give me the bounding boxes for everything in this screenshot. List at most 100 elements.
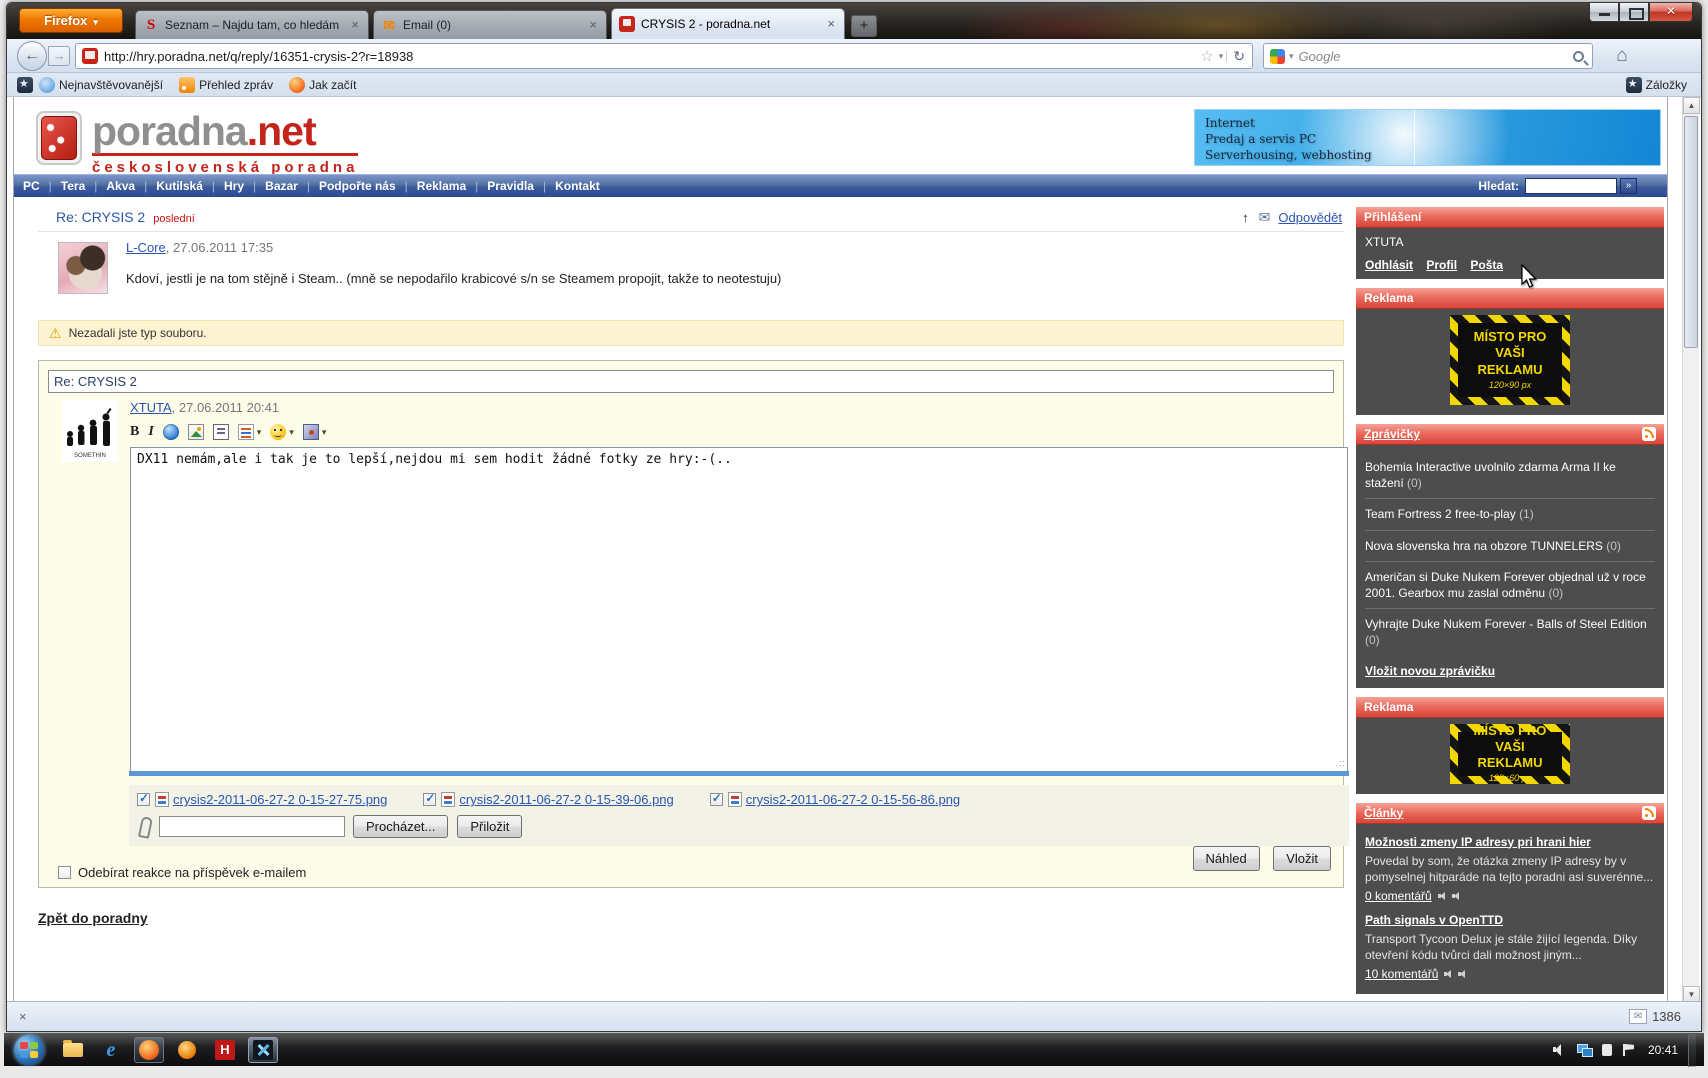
bookmarks-star-icon[interactable] — [17, 76, 33, 93]
rss-icon[interactable] — [1642, 805, 1656, 820]
nav-item-kutilska[interactable]: Kutilská — [147, 179, 212, 193]
reply-mail-icon[interactable]: ✉ — [1259, 209, 1271, 226]
close-button[interactable] — [1649, 3, 1693, 22]
form-author-link[interactable]: XTUTA — [130, 400, 172, 415]
scroll-top-icon[interactable]: ↑ — [1242, 210, 1249, 225]
bold-button[interactable]: B — [130, 424, 139, 440]
orange-app-taskbar-icon[interactable] — [172, 1037, 202, 1063]
subscribe-checkbox[interactable] — [58, 866, 71, 879]
message-textarea[interactable]: DX11 nemám,ale i tak je to lepší,nejdou … — [130, 447, 1348, 771]
image-button[interactable] — [187, 424, 204, 440]
windows-start-button[interactable] — [14, 1035, 44, 1065]
scrollbar-thumb[interactable] — [1684, 116, 1698, 348]
new-tab-button[interactable]: + — [851, 15, 877, 37]
search-icon[interactable] — [1573, 50, 1584, 62]
url-dropdown-icon[interactable]: ▾ — [1216, 50, 1228, 62]
bookmark-item-news[interactable]: Přehled zpráv — [199, 78, 273, 92]
findbar-close-button[interactable]: × — [19, 1009, 27, 1024]
news-item[interactable]: Nova slovenska hra na obzore TUNNELERS (… — [1365, 529, 1655, 561]
internet-explorer-taskbar-icon[interactable]: e — [96, 1037, 126, 1063]
forward-button[interactable]: → — [48, 46, 70, 66]
attach-button[interactable]: Přiložit — [457, 815, 523, 838]
subject-input[interactable] — [48, 370, 1334, 393]
show-desktop-button[interactable] — [1688, 1033, 1696, 1067]
nav-item-bazar[interactable]: Bazar — [256, 179, 307, 193]
action-center-flag-icon[interactable] — [1622, 1044, 1634, 1056]
quote-button[interactable] — [212, 424, 229, 440]
bookmark-item-getting-started[interactable]: Jak začít — [309, 78, 356, 92]
attachment-link[interactable]: crysis2-2011-06-27-2 0-15-27-75.png — [173, 792, 387, 807]
bookmark-star-icon[interactable]: ☆ — [1198, 47, 1215, 65]
network-icon[interactable] — [1576, 1044, 1593, 1057]
bookmark-item-most-visited[interactable]: Nejnavštěvovanější — [59, 78, 163, 92]
xtuta-avatar[interactable]: SOMETHIN — [62, 400, 118, 462]
post-author-link[interactable]: L-Core — [126, 240, 166, 255]
nav-item-kontakt[interactable]: Kontakt — [546, 179, 609, 193]
l-core-avatar[interactable] — [58, 242, 108, 294]
dice-button[interactable]: ▾ — [302, 424, 326, 440]
power-plug-icon[interactable] — [1601, 1044, 1612, 1056]
link-button[interactable] — [162, 424, 179, 440]
scroll-up-button[interactable]: ▲ — [1683, 97, 1700, 114]
tab-email[interactable]: ✉ Email (0) × — [373, 10, 607, 39]
news-header[interactable]: Zprávičky — [1356, 424, 1664, 445]
nav-item-pravidla[interactable]: Pravidla — [478, 179, 543, 193]
reload-icon[interactable]: ↻ — [1230, 48, 1248, 65]
site-logo[interactable]: poradna.net československá poradna — [36, 111, 359, 175]
site-search-input[interactable] — [1525, 178, 1617, 194]
news-item[interactable]: Team Fortress 2 free-to-play (1) — [1365, 498, 1655, 529]
browse-button[interactable]: Procházet... — [353, 815, 449, 838]
search-placeholder[interactable]: Google — [1299, 49, 1573, 64]
site-search-go-button[interactable]: » — [1620, 178, 1637, 194]
articles-header[interactable]: Články — [1356, 802, 1664, 824]
nav-item-podporte[interactable]: Podpořte nás — [310, 179, 405, 193]
article-comments-link[interactable]: 0 komentářů — [1365, 889, 1432, 903]
news-item[interactable]: Američan si Duke Nukem Forever objednal … — [1365, 560, 1655, 608]
taskbar-clock[interactable]: 20:41 — [1648, 1043, 1678, 1057]
attachment-checkbox[interactable] — [137, 791, 150, 806]
home-button[interactable]: ⌂ — [1607, 42, 1637, 70]
tab-seznam[interactable]: S Seznam – Najdu tam, co hledám × — [135, 10, 369, 39]
add-news-link[interactable]: Vložit novou zprávičku — [1365, 656, 1655, 681]
article-comments-link[interactable]: 10 komentářů — [1365, 967, 1438, 981]
submit-button[interactable]: Vložit — [1273, 846, 1331, 871]
nav-item-akva[interactable]: Akva — [97, 179, 144, 193]
search-box[interactable]: ▾ Google — [1263, 43, 1593, 69]
nav-item-reklama[interactable]: Reklama — [408, 179, 475, 193]
header-ad-banner[interactable]: Internet Predaj a servis PC Serverhousin… — [1194, 109, 1661, 166]
rss-icon[interactable] — [1642, 427, 1656, 441]
smiley-button[interactable]: ▾ — [270, 424, 294, 440]
nav-item-hry[interactable]: Hry — [215, 179, 253, 193]
volume-icon[interactable] — [1552, 1044, 1567, 1056]
news-item[interactable]: Vyhrajte Duke Nukem Forever - Balls of S… — [1365, 608, 1655, 655]
bookmarks-menu-button[interactable]: Záložky — [1646, 78, 1687, 92]
nav-item-pc[interactable]: PC — [14, 179, 49, 193]
firefox-taskbar-icon[interactable] — [134, 1037, 164, 1063]
dark-app-taskbar-icon[interactable] — [248, 1037, 278, 1063]
reply-link[interactable]: Odpovědět — [1278, 210, 1342, 225]
tab-crysis-active[interactable]: CRYSIS 2 - poradna.net × — [611, 8, 845, 39]
format-button[interactable]: ▾ — [237, 424, 261, 440]
back-button[interactable]: ← — [17, 41, 47, 71]
maximize-button[interactable] — [1619, 3, 1649, 22]
tab-close-icon[interactable]: × — [587, 18, 599, 31]
page-scrollbar[interactable]: ▲ ▼ — [1682, 97, 1700, 1003]
attachment-checkbox[interactable] — [423, 791, 437, 806]
news-item[interactable]: Bohemia Interactive uvolnilo zdarma Arma… — [1365, 452, 1655, 498]
resize-grip[interactable]: .:: — [1335, 758, 1346, 768]
h-app-taskbar-icon[interactable]: H — [210, 1037, 240, 1063]
firefox-menu-button[interactable]: Firefox ▾ — [19, 8, 123, 33]
attachment-checkbox[interactable] — [709, 791, 723, 806]
ad-placeholder-120x90[interactable]: MÍSTO PRO VAŠI REKLAMU 120×90 px — [1450, 315, 1570, 405]
search-engine-dropdown-icon[interactable]: ▾ — [1289, 51, 1294, 62]
minimize-button[interactable] — [1589, 3, 1619, 22]
article-link[interactable]: Path signals v OpenTTD — [1365, 909, 1655, 927]
attachment-link[interactable]: crysis2-2011-06-27-2 0-15-56-86.png — [746, 792, 960, 807]
mail-link[interactable]: Pošta — [1470, 258, 1503, 272]
attachment-link[interactable]: crysis2-2011-06-27-2 0-15-39-06.png — [459, 792, 673, 807]
preview-button[interactable]: Náhled — [1192, 846, 1260, 871]
nav-item-tera[interactable]: Tera — [52, 179, 94, 193]
logout-link[interactable]: Odhlásit — [1365, 258, 1413, 272]
url-bar[interactable]: http://hry.poradna.net/q/reply/16351-cry… — [75, 43, 1253, 69]
back-to-forum-link[interactable]: Zpět do poradny — [38, 910, 148, 926]
